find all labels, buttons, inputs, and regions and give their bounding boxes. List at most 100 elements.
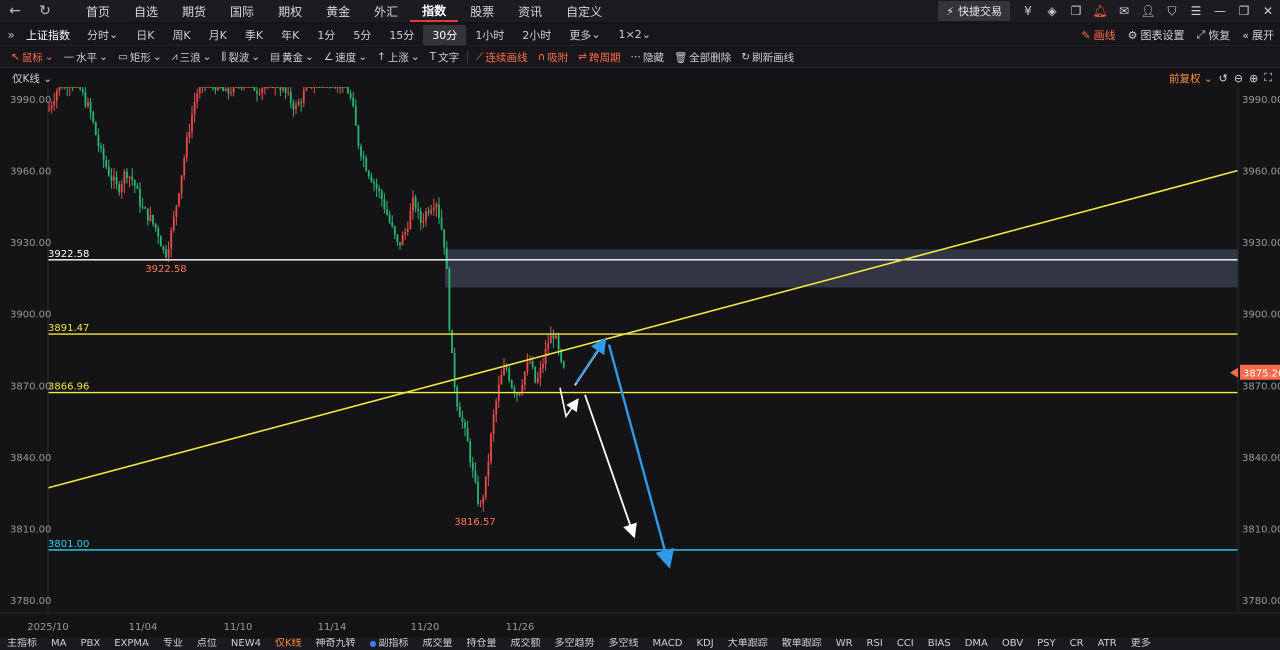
period-tab-5[interactable]: 年K (272, 25, 308, 45)
indicator-4[interactable]: 专业 (156, 638, 190, 650)
indicator-9[interactable]: 副指标 (363, 638, 416, 650)
fullscreen-icon[interactable]: ⛶ (1264, 71, 1272, 85)
restore-button[interactable]: ⤢ 恢复 (1190, 27, 1236, 43)
indicator-3[interactable]: EXPMA (107, 638, 156, 650)
indicator-12[interactable]: 成交额 (504, 638, 548, 650)
shirt-icon[interactable]: ⛉ (1160, 0, 1184, 22)
quick-trade-button[interactable]: ⚡ 快捷交易 (938, 1, 1010, 21)
nav-item-9[interactable]: 资讯 (506, 0, 554, 22)
draw-action-0[interactable]: ⟋ 连续画线 (471, 50, 532, 65)
indicator-26[interactable]: CR (1063, 638, 1091, 650)
indicator-7[interactable]: 仅K线 (268, 638, 309, 650)
nav-item-2[interactable]: 期货 (170, 0, 218, 22)
draw-tool-0[interactable]: ↖ 鼠标 ⌄ (6, 50, 59, 65)
nav-item-4[interactable]: 期权 (266, 0, 314, 22)
draw-button[interactable]: ✎ 画线 (1075, 27, 1121, 43)
nav-item-6[interactable]: 外汇 (362, 0, 410, 22)
draw-tool-6[interactable]: ∠ 速度 ⌄ (319, 50, 372, 65)
collapse-icon[interactable]: » (0, 24, 22, 46)
indicator-13[interactable]: 多空趋势 (548, 638, 602, 650)
kline-mode-select[interactable]: 仅K线 ⌄ (0, 71, 52, 86)
instrument-name[interactable]: 上证指数 (22, 27, 78, 43)
nav-item-8[interactable]: 股票 (458, 0, 506, 22)
period-tab-9[interactable]: 30分 (423, 24, 467, 45)
chart-settings-button[interactable]: ⚙ 图表设置 (1122, 27, 1191, 43)
draw-action-1[interactable]: ∩ 吸附 (532, 50, 573, 65)
indicator-24[interactable]: OBV (995, 638, 1030, 650)
nav-item-1[interactable]: 自选 (122, 0, 170, 22)
zoom-in-icon[interactable]: ⊕ (1249, 72, 1258, 85)
draw-tool-2[interactable]: ▭ 矩形 ⌄ (113, 50, 167, 65)
period-tab-13[interactable]: 1×2 ⌄ (610, 25, 660, 45)
period-tab-8[interactable]: 15分 (380, 25, 423, 45)
draw-tool-4[interactable]: ⫼ 裂波 ⌄ (216, 50, 265, 65)
indicator-5[interactable]: 点位 (190, 638, 224, 650)
undo-icon[interactable]: ↺ (1219, 72, 1228, 85)
user-icon[interactable]: 👤︎ (1136, 0, 1160, 22)
draw-tool-8[interactable]: T 文字 (425, 50, 464, 65)
candle-body (406, 228, 409, 232)
mail-icon[interactable]: ✉ (1112, 0, 1136, 22)
indicator-15[interactable]: MACD (646, 638, 690, 650)
draw-action-4[interactable]: 🗑︎ 全部删除 (669, 50, 736, 65)
expand-button[interactable]: «展开 (1236, 27, 1280, 43)
back-icon[interactable]: ← (0, 0, 30, 22)
indicator-27[interactable]: ATR (1091, 638, 1124, 650)
draw-action-icon: ↻ (741, 51, 751, 63)
period-tab-3[interactable]: 月K (200, 25, 236, 45)
period-tab-12[interactable]: 更多 ⌄ (560, 25, 609, 45)
draw-tool-1[interactable]: — 水平 ⌄ (59, 50, 113, 65)
indicator-20[interactable]: RSI (860, 638, 890, 650)
indicator-6[interactable]: NEW4 (224, 638, 268, 650)
layers-icon[interactable]: ◈ (1040, 0, 1064, 22)
indicator-14[interactable]: 多空线 (602, 638, 646, 650)
indicator-25[interactable]: PSY (1030, 638, 1063, 650)
period-tab-7[interactable]: 5分 (344, 25, 380, 45)
draw-action-2[interactable]: ⇌ 跨周期 (573, 50, 625, 65)
nav-item-10[interactable]: 自定义 (554, 0, 614, 22)
indicator-22[interactable]: BIAS (921, 638, 958, 650)
draw-action-5[interactable]: ↻ 刷新画线 (736, 50, 799, 65)
kline-chart[interactable]: 3922.58 3891.47 3866.96 3801.00 3922.58 3816.… (0, 87, 1280, 634)
period-tab-10[interactable]: 1小时 (466, 25, 513, 45)
yen-icon[interactable]: ¥ (1016, 0, 1040, 22)
restore-icon[interactable]: ❐ (1232, 0, 1256, 22)
indicator-18[interactable]: 散单跟踪 (775, 638, 829, 650)
window-icon[interactable]: ❐ (1064, 0, 1088, 22)
indicator-2[interactable]: PBX (73, 638, 107, 650)
draw-tool-3[interactable]: ⩘ 三浪 ⌄ (167, 50, 217, 65)
nav-item-5[interactable]: 黄金 (314, 0, 362, 22)
draw-action-3[interactable]: ⋯ 隐藏 (625, 50, 669, 65)
period-tab-2[interactable]: 周K (163, 25, 199, 45)
indicator-16[interactable]: KDJ (689, 638, 720, 650)
indicator-1[interactable]: MA (44, 638, 73, 650)
indicator-10[interactable]: 成交量 (416, 638, 460, 650)
draw-tool-7[interactable]: ↑ 上涨 ⌄ (372, 50, 425, 65)
indicator-11[interactable]: 持仓量 (460, 638, 504, 650)
period-tab-4[interactable]: 季K (236, 25, 272, 45)
indicator-21[interactable]: CCI (890, 638, 921, 650)
nav-item-7[interactable]: 指数 (410, 0, 459, 22)
indicator-23[interactable]: DMA (958, 638, 995, 650)
candle-body (58, 87, 61, 91)
indicator-8[interactable]: 神奇九转 (309, 638, 363, 650)
minimize-icon[interactable]: — (1208, 0, 1232, 22)
bell-icon[interactable]: 🔔︎ (1088, 0, 1112, 22)
draw-tool-5[interactable]: ▤ 黄金 ⌄ (265, 50, 319, 65)
nav-item-3[interactable]: 国际 (218, 0, 266, 22)
nav-item-0[interactable]: 首页 (74, 0, 122, 22)
period-tab-11[interactable]: 2小时 (513, 25, 560, 45)
indicator-19[interactable]: WR (829, 638, 860, 650)
refresh-icon[interactable]: ↻ (30, 0, 60, 22)
indicator-0[interactable]: 主指标 (0, 638, 44, 650)
close-icon[interactable]: ✕ (1256, 0, 1280, 22)
zoom-out-icon[interactable]: ⊖ (1234, 72, 1243, 85)
indicator-28[interactable]: 更多 (1124, 638, 1158, 650)
period-tab-0[interactable]: 分时 ⌄ (78, 25, 127, 45)
candle-body (232, 87, 235, 93)
adjust-select[interactable]: 前复权 ⌄ (1169, 71, 1213, 86)
indicator-17[interactable]: 大单跟踪 (721, 638, 775, 650)
menu-icon[interactable]: ☰ (1184, 0, 1208, 22)
period-tab-6[interactable]: 1分 (308, 25, 344, 45)
period-tab-1[interactable]: 日K (127, 25, 163, 45)
